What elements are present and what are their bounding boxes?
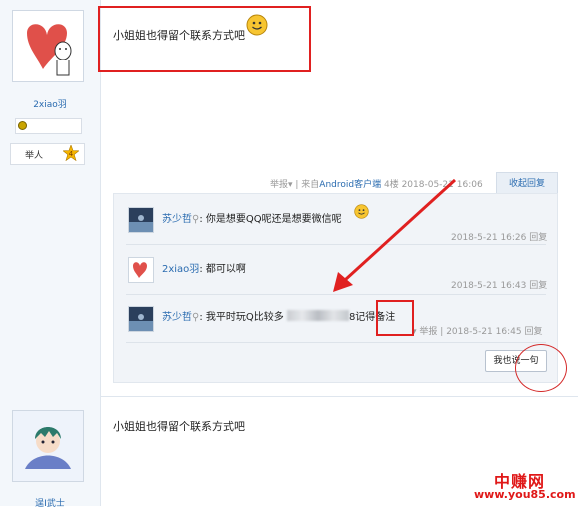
- reply-timestamp: 2018-5-21 16:43: [451, 281, 527, 291]
- reply-content: : 都可以啊: [199, 264, 246, 275]
- reply-divider: [126, 244, 546, 245]
- rank-star-icon: 4: [63, 145, 79, 161]
- reply-button[interactable]: 回复: [524, 327, 542, 337]
- report-link[interactable]: 举报▾: [270, 180, 293, 190]
- post-message-2: 小姐姐也得留个联系方式吧: [113, 420, 245, 433]
- user-sidebar: 2xiao羽 举人 4 逞I武士: [0, 0, 101, 509]
- reply-button[interactable]: 回复: [529, 233, 547, 243]
- highlight-box-note: [376, 300, 414, 336]
- post-date: 2018-05-21 16:06: [401, 180, 483, 190]
- reply-time: 2018-5-21 16:26 回复: [451, 230, 547, 243]
- medal-bar: [15, 118, 82, 134]
- reply-content: : 你是想要QQ呢还是想要微信呢: [199, 214, 342, 225]
- heart-avatar-icon: [27, 24, 72, 76]
- reply-divider: [126, 294, 546, 295]
- post-message: 小姐姐也得留个联系方式吧: [113, 29, 245, 42]
- username-link[interactable]: 2xiao羽: [0, 97, 100, 110]
- watermark-url: www.you85.com: [474, 488, 576, 501]
- username-link-2[interactable]: 逞I武士: [0, 496, 100, 509]
- reply-button[interactable]: 回复: [529, 281, 547, 291]
- post-meta: 举报▾ | 来自Android客户端 4楼 2018-05-21 16:06: [270, 177, 483, 190]
- smiley-icon: [354, 204, 369, 219]
- report-link[interactable]: 举报: [419, 327, 437, 337]
- reply-divider: [126, 342, 546, 343]
- reply-user[interactable]: 2xiao羽: [162, 264, 199, 275]
- reply-time: 2018-5-21 16:43 回复: [451, 278, 547, 291]
- reply-avatar[interactable]: [128, 257, 154, 283]
- redacted-contact: [286, 310, 349, 321]
- reply-avatar[interactable]: [128, 207, 154, 233]
- portrait-avatar-icon: [129, 307, 153, 331]
- portrait-avatar-icon: [129, 208, 153, 232]
- reply-user[interactable]: 苏少哲: [162, 214, 192, 225]
- smiley-icon: [246, 14, 268, 36]
- reply-text: 2xiao羽: 都可以啊: [162, 260, 246, 275]
- rank-badge: 举人 4: [10, 143, 85, 165]
- reply-content-start: : 我平时玩Q比较多: [199, 312, 284, 323]
- reply-text: 苏少哲⚲: 你是想要QQ呢还是想要微信呢: [162, 210, 342, 225]
- highlight-circle: [515, 344, 567, 392]
- reply-user[interactable]: 苏少哲: [162, 312, 192, 323]
- medal-icon: [18, 121, 27, 130]
- heart-avatar-icon: [129, 258, 153, 282]
- reply-text: 苏少哲⚲: 我平时玩Q比较多 8记得备注: [162, 308, 395, 323]
- rank-label: 举人: [25, 151, 44, 161]
- post-divider: [100, 396, 578, 397]
- collapse-replies-button[interactable]: 收起回复: [496, 172, 558, 195]
- rank-level: 4: [69, 150, 74, 158]
- anime-avatar-icon: [13, 411, 83, 481]
- user-avatar-2[interactable]: [12, 410, 84, 482]
- source-link[interactable]: Android客户端: [319, 180, 381, 190]
- user-avatar[interactable]: [12, 10, 84, 82]
- floor-number: 4楼: [383, 180, 399, 190]
- reply-timestamp: 2018-5-21 16:26: [451, 233, 527, 243]
- source-prefix: | 来自: [292, 180, 320, 190]
- reply-avatar[interactable]: [128, 306, 154, 332]
- reply-timestamp: 2018-5-21 16:45: [446, 327, 522, 337]
- reply-time: ▾ 举报 | 2018-5-21 16:45 回复: [412, 327, 543, 337]
